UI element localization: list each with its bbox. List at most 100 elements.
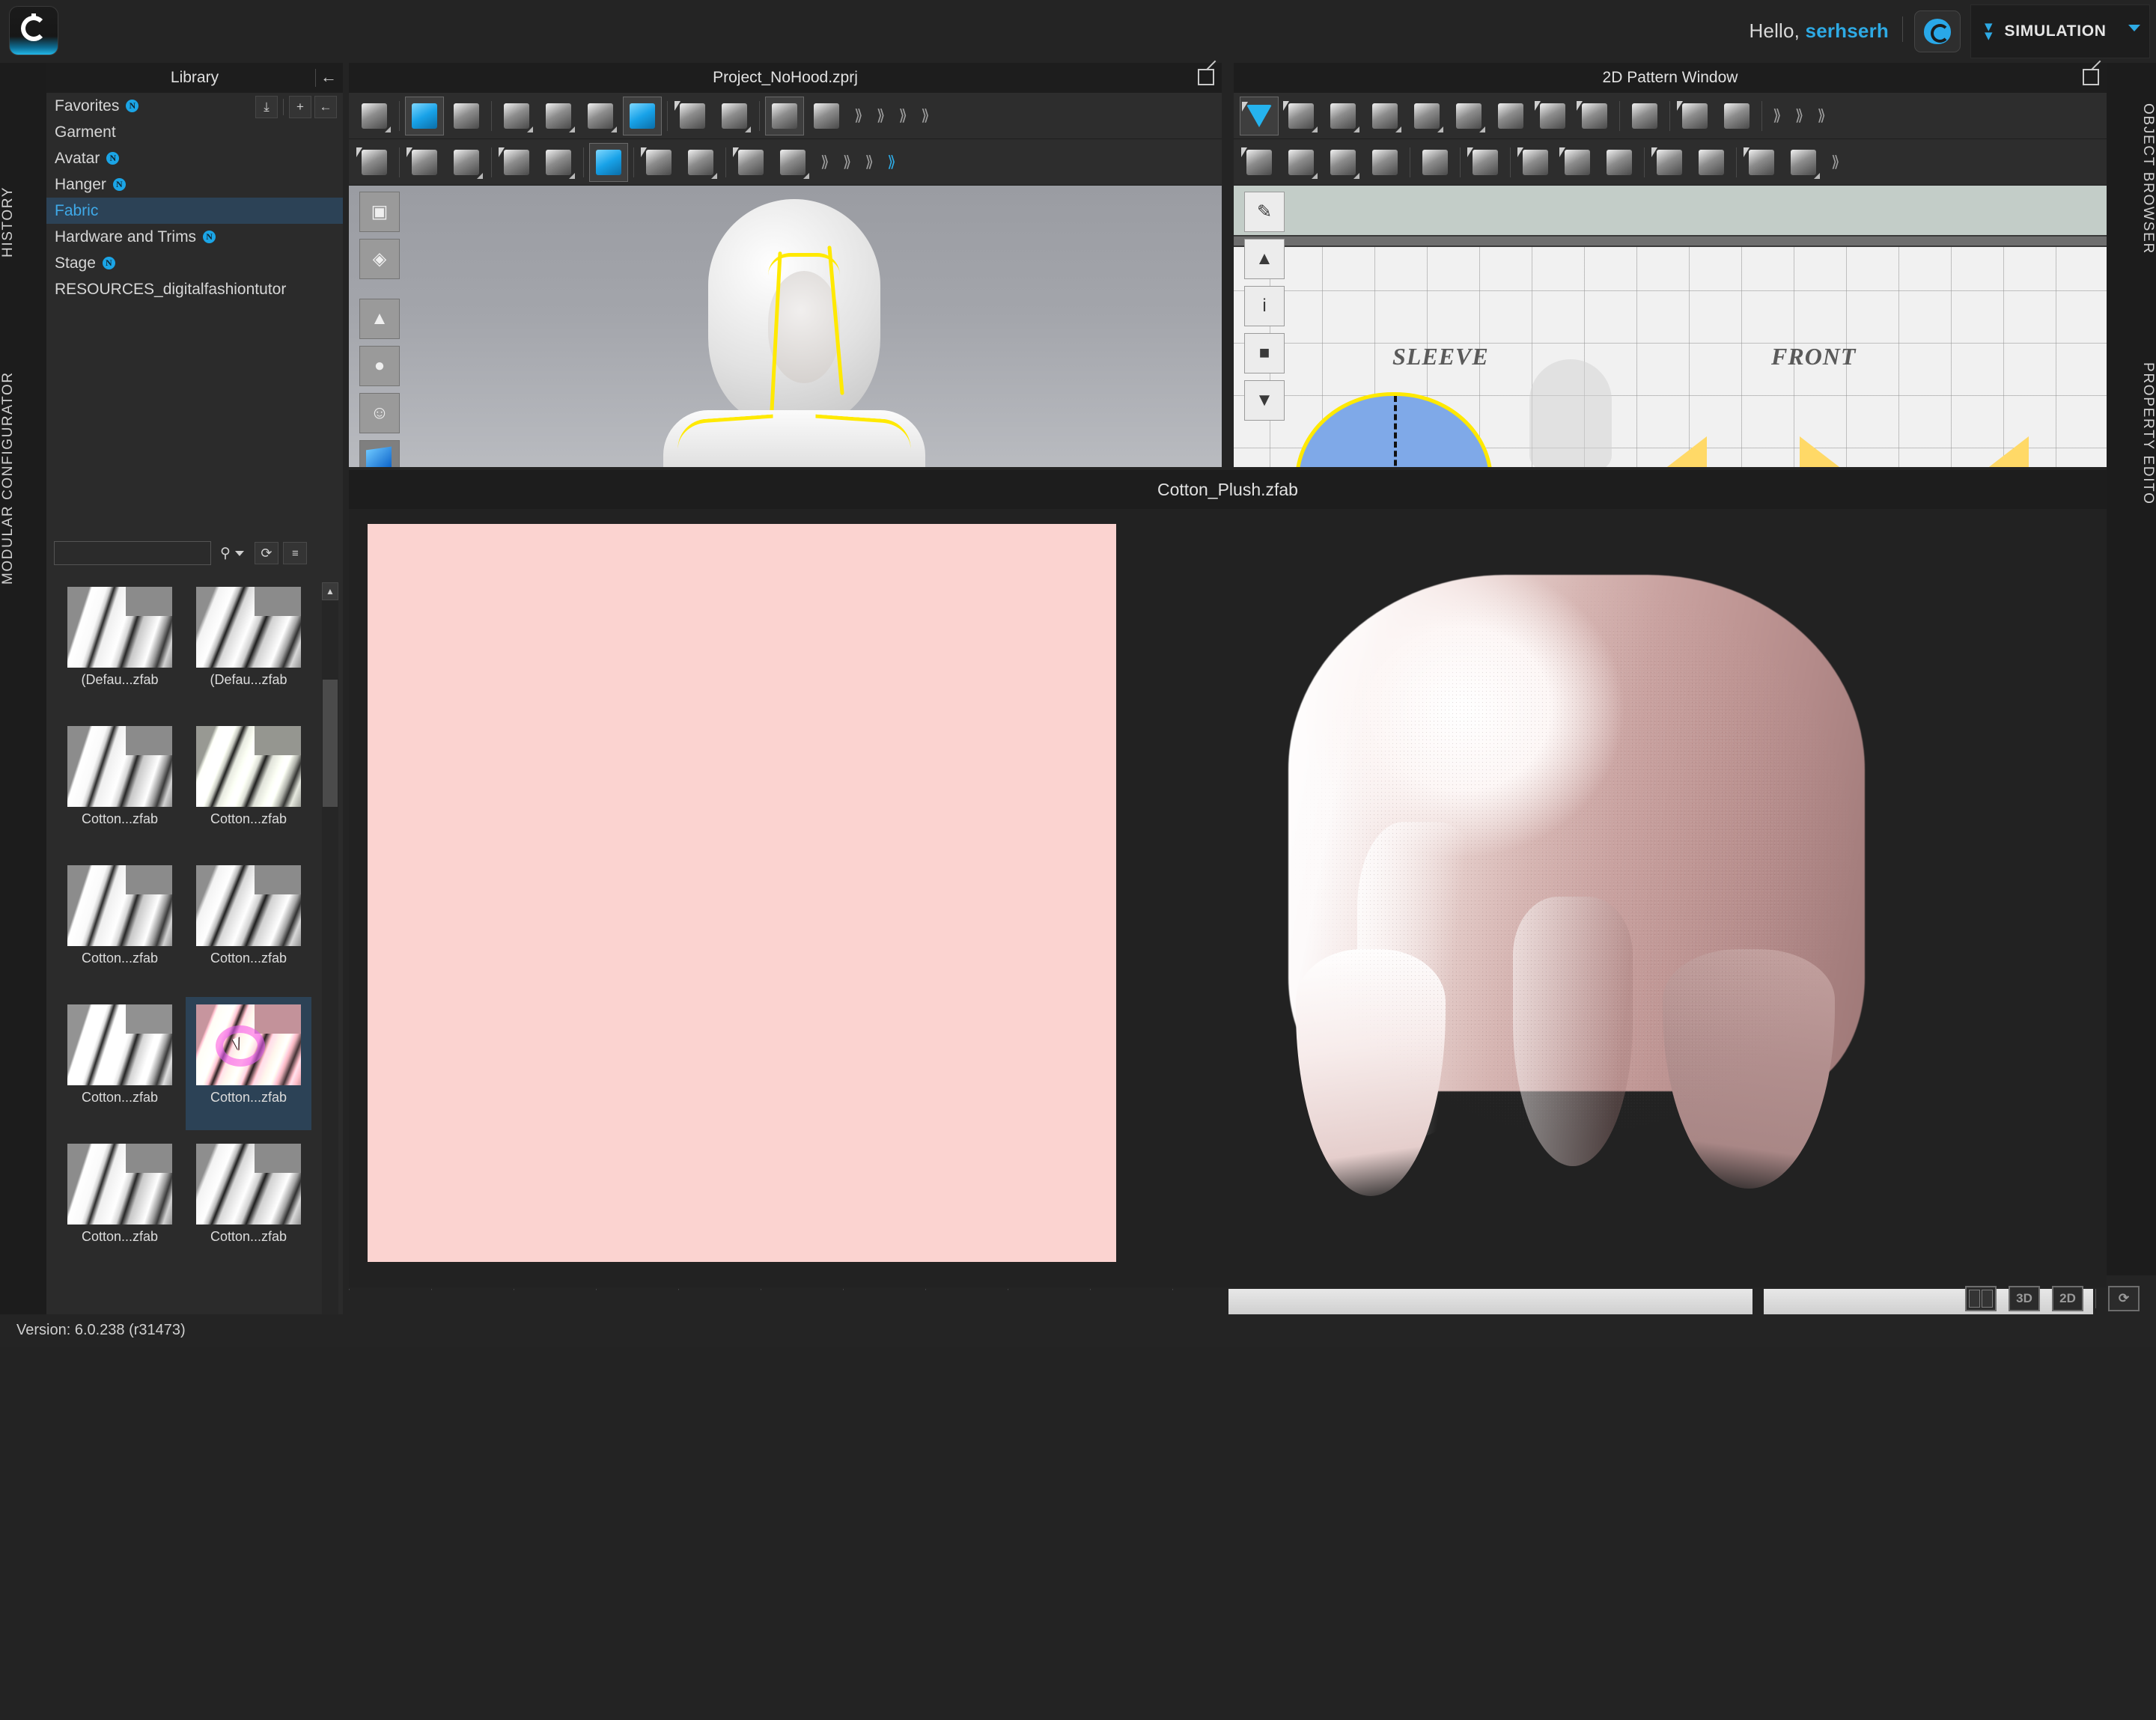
search-input[interactable] [54, 541, 211, 565]
show-pin-tool[interactable]: ● [359, 346, 400, 386]
toolbar-expand-icon[interactable]: ⟫ [843, 153, 852, 171]
toolbar-expand-icon[interactable]: ⟫ [921, 106, 930, 125]
fold-line-icon[interactable] [539, 143, 578, 182]
tool-submenu-corner-icon[interactable] [1312, 172, 1318, 179]
tool-submenu-corner-icon[interactable] [527, 126, 533, 132]
show-garment-tool[interactable]: ▲ [359, 299, 400, 339]
button-place-icon[interactable] [731, 143, 770, 182]
neckline-trim-icon[interactable] [1466, 143, 1505, 182]
trace-pattern-icon[interactable] [1407, 97, 1446, 135]
toolbar-expand-icon[interactable]: ⟫ [1773, 106, 1782, 125]
sidebar-item-hardware-and-trims[interactable]: Hardware and Trims N [46, 224, 343, 250]
fabric-drape-preview[interactable] [1288, 575, 1865, 1196]
tool-submenu-corner-icon[interactable] [745, 126, 751, 132]
fold-arrange-icon[interactable] [715, 97, 754, 135]
flip-garment-icon[interactable] [807, 97, 846, 135]
tab-property-editor[interactable]: PROPERTY EDITO [2107, 321, 2156, 546]
show-info-tool[interactable]: i [1244, 286, 1285, 326]
2d-viewport[interactable]: SLEEVE FRONT ✎ ▲ i ■ ▼ [1234, 186, 2107, 467]
sew-check-icon[interactable] [1365, 143, 1404, 182]
back-button[interactable]: ← [314, 96, 337, 118]
pin-icon[interactable] [673, 97, 712, 135]
toolbar-expand-icon[interactable]: ⟫ [820, 153, 829, 171]
popout-icon[interactable] [2083, 69, 2099, 85]
3d-viewport[interactable]: ▣ ◈ ▲ ● ☺ [349, 186, 1222, 467]
transform-icon[interactable] [405, 96, 444, 135]
tool-submenu-corner-icon[interactable] [611, 126, 617, 132]
username-link[interactable]: serhserh [1806, 19, 1889, 42]
stitch-tool-icon[interactable] [1784, 143, 1823, 182]
edit-pattern-icon[interactable] [1240, 96, 1279, 135]
tool-submenu-corner-icon[interactable] [1353, 172, 1359, 179]
view-3d-button[interactable]: 3D [2009, 1286, 2040, 1311]
marquee-select-icon[interactable] [447, 97, 486, 135]
tack-pin-icon[interactable] [447, 143, 486, 182]
show-garment-tool[interactable]: ▼ [1244, 380, 1285, 421]
fabric-thumbnail-item[interactable]: Cotton...zfab [186, 858, 311, 991]
clo-set-cloud-button[interactable] [1914, 10, 1961, 52]
sidebar-item-avatar[interactable]: Avatar N [46, 145, 343, 171]
baseline-tool-icon[interactable] [1650, 143, 1689, 182]
texture-brush-icon[interactable] [589, 142, 628, 182]
sidebar-item-resources-digitalfashiontutor[interactable]: RESOURCES_digitalfashiontutor [46, 276, 343, 302]
toolbar-expand-icon[interactable]: ⟫ [898, 106, 907, 125]
tool-submenu-corner-icon[interactable] [803, 172, 809, 179]
fabric-thumbnail-item[interactable]: Cotton...zfab [57, 997, 183, 1130]
garment-fit-tool[interactable]: ◈ [359, 239, 400, 279]
show-surface-tool[interactable] [359, 440, 400, 467]
sew-free-icon[interactable] [539, 97, 578, 135]
pattern-outline-icon[interactable] [1575, 97, 1614, 135]
tool-submenu-corner-icon[interactable] [1437, 126, 1443, 132]
internal-shape-icon[interactable] [1491, 97, 1530, 135]
fabric-color-chip[interactable] [603, 966, 686, 998]
tack-point-icon[interactable] [405, 143, 444, 182]
avatar-pose-icon[interactable] [355, 143, 394, 182]
print-pattern-icon[interactable] [1558, 143, 1597, 182]
move-down-icon[interactable] [355, 97, 394, 135]
sew-segment-icon[interactable] [1240, 143, 1279, 182]
fabric-thumbnail-item[interactable]: Cotton...zfab [57, 858, 183, 991]
pen-tool[interactable]: ✎ [1244, 192, 1285, 232]
collapse-panel-icon[interactable]: ← [319, 69, 338, 87]
tool-submenu-corner-icon[interactable] [569, 172, 575, 179]
graphic-layout-icon[interactable] [681, 143, 720, 182]
pattern-piece-icon[interactable] [1365, 97, 1404, 135]
show-texture-tool[interactable]: ■ [1244, 333, 1285, 373]
fabric-thumbnail-item[interactable]: (Defau...zfab [186, 579, 311, 713]
refresh-button[interactable]: ⟳ [254, 542, 278, 564]
sew-segment-icon[interactable] [497, 97, 536, 135]
fabric-thumbnail-item[interactable]: Cotton...zfab [186, 997, 311, 1130]
fabric-thumbnail-item[interactable]: Cotton...zfab [186, 1136, 311, 1269]
popout-icon[interactable] [1198, 69, 1214, 85]
fabric-thumbnail-item[interactable]: Cotton...zfab [57, 1136, 183, 1269]
fabric-thumbnail-item[interactable]: Cotton...zfab [57, 719, 183, 852]
sew-free-icon[interactable] [1282, 143, 1321, 182]
button-tool-icon[interactable] [773, 143, 812, 182]
sew-curve-icon[interactable] [1324, 143, 1362, 182]
rotate-3d-icon[interactable] [765, 96, 804, 135]
grid-scrollbar[interactable]: ▲ ▼ [322, 582, 338, 1346]
tool-submenu-corner-icon[interactable] [569, 126, 575, 132]
show-pattern-tool[interactable]: ▲ [1244, 239, 1285, 279]
fabric-thumbnail-item[interactable]: (Defau...zfab [57, 579, 183, 713]
sidebar-item-garment[interactable]: Garment [46, 119, 343, 145]
sidebar-item-fabric[interactable]: Fabric [46, 198, 343, 224]
toolbar-expand-icon[interactable]: ⟫ [854, 106, 863, 125]
print-layout-icon[interactable] [639, 143, 678, 182]
tool-submenu-corner-icon[interactable] [1479, 126, 1485, 132]
toolbar-expand-icon[interactable]: ⟫ [887, 153, 896, 171]
sew-curve-icon[interactable] [581, 97, 620, 135]
sidebar-item-stage[interactable]: Stage N [46, 250, 343, 276]
pattern-piece-yellow-3[interactable] [1960, 436, 2029, 467]
sidebar-item-hanger[interactable]: Hanger N [46, 171, 343, 198]
tool-submenu-corner-icon[interactable] [1814, 172, 1820, 179]
tab-object-browser[interactable]: OBJECT BROWSER [2107, 78, 2156, 280]
download-button[interactable]: ⤓ [255, 96, 278, 118]
toolbar-expand-icon[interactable]: ⟫ [1817, 106, 1826, 125]
steam-iron-icon[interactable] [1416, 143, 1455, 182]
tool-submenu-corner-icon[interactable] [385, 126, 391, 132]
cut-line-icon[interactable] [1533, 97, 1572, 135]
tool-submenu-corner-icon[interactable] [477, 172, 483, 179]
dimension-line-icon[interactable] [1692, 143, 1731, 182]
elastic-tool-icon[interactable] [1742, 143, 1781, 182]
